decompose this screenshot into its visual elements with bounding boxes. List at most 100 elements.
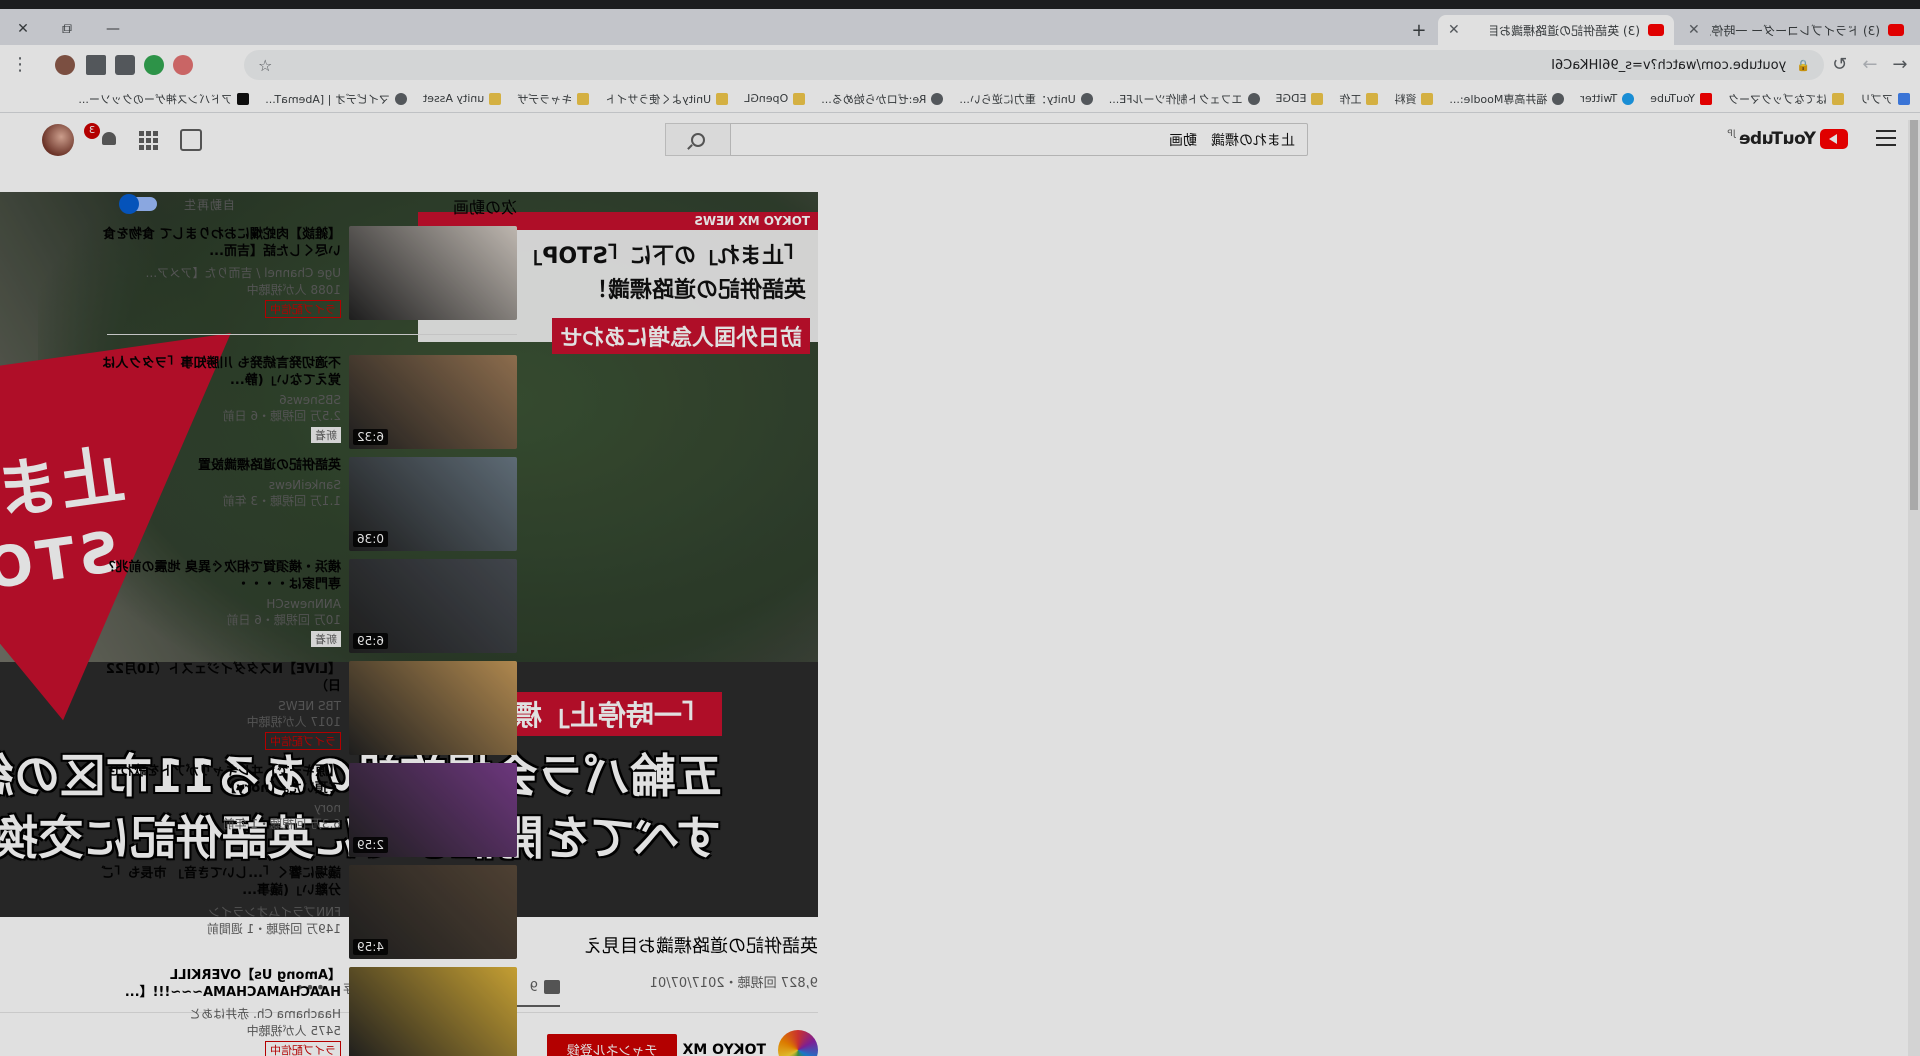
bookmark-item[interactable]: はてなブックマーク (1728, 91, 1844, 107)
live-badge: ライブ配信中 (265, 300, 341, 318)
youtube-logo[interactable]: YouTube JP (1727, 129, 1848, 149)
channel-name[interactable]: TOKYO MX (683, 1042, 766, 1056)
video-thumbnail[interactable]: 2:59 (349, 763, 517, 857)
recommendation-item[interactable]: 6:32 不適切発言続発も 川勝知事「ヲタク人は覚えてない」(静... SBSnew… (97, 355, 517, 449)
omnibox[interactable]: 🔒 youtube.com/watch?v=s_96IHKaC6I ☆ (244, 50, 1824, 80)
video-thumbnail[interactable]: 6:59 (349, 559, 517, 653)
video-thumbnail[interactable]: 4:59 (349, 865, 517, 959)
bookmark-item[interactable]: OpenGL (744, 92, 806, 105)
channel-avatar[interactable] (778, 1030, 818, 1056)
new-badge: 新着 (311, 631, 341, 647)
recommendation-views: 1.1万 回視聴・3 年前 (222, 494, 341, 508)
close-tab-icon[interactable]: ✕ (1688, 22, 1700, 38)
maximize-icon[interactable]: ⧉ (54, 21, 80, 37)
recommendation-title[interactable]: 【LIVE】Nスタダイジェスト（10月22日） (97, 661, 341, 695)
search-input[interactable]: 止まれの標識 動画 (730, 123, 1308, 156)
bookmark-item[interactable]: YouTube (1650, 92, 1712, 105)
video-thumbnail[interactable] (349, 661, 517, 755)
bookmark-item[interactable]: EDGE (1276, 92, 1324, 105)
recommendation-item[interactable]: 2:59 【原キーで】ヰレキャリがアトを歌わせて頂いた。【nory】 nory 6.3… (97, 763, 517, 857)
recommendation-item[interactable]: 4:59 議場に響く「...しいてき音」 市長も「ご分離い」(議事... FNNプラ… (97, 865, 517, 959)
recommendation-item[interactable]: 6:59 横浜・横須賀で相次ぐ異臭 地震の前兆？専門家は・・・・ ANNnewsCH… (97, 559, 517, 653)
folder-icon (716, 92, 729, 105)
thumbs-up-icon (544, 980, 560, 994)
bookmark-item[interactable]: Re:ゼロから始める... (821, 91, 944, 107)
bookmark-item[interactable]: 福井高専Moodle:... (1449, 91, 1565, 107)
browser-menu-icon[interactable]: ⋮ (8, 53, 32, 77)
recommendation-channel[interactable]: FNNプライムオンライン (97, 903, 341, 920)
recommendation-item[interactable]: 0:36 英語併記の道路標識設置 SankeiNews 1.1万 回視聴・3 年前 (97, 457, 517, 551)
recommendation-channel[interactable]: Uge Channel / 吉而りた【アメア... (97, 264, 341, 281)
bookmark-item[interactable]: エフェクト制作ツールFE... (1109, 91, 1260, 107)
lock-icon: 🔒 (1796, 58, 1810, 72)
youtube-favicon-icon (1888, 24, 1904, 36)
subscribe-button[interactable]: チャンネル登録 (547, 1034, 677, 1056)
create-video-icon[interactable] (180, 129, 202, 151)
browser-tab[interactable]: (3) ドライブレコーダー 一時停止標... ✕ (1678, 15, 1914, 45)
user-avatar[interactable] (42, 124, 74, 156)
minimize-icon[interactable]: — (100, 21, 126, 37)
reading-list-icon[interactable] (86, 55, 106, 75)
extension-icon[interactable] (173, 55, 193, 75)
browser-tab-active[interactable]: (3) 英語併記の道路標識お目見え ✕ (1438, 15, 1674, 45)
like-button[interactable]: 9 (530, 980, 560, 995)
close-window-icon[interactable]: ✕ (10, 21, 36, 37)
bookmark-item[interactable]: unity Asset (423, 92, 502, 105)
recommendation-item[interactable]: 【Among Us】OVERKILL HAACHAMACHAMA~~~!!!【.… (97, 967, 517, 1056)
hamburger-menu-icon[interactable] (1876, 130, 1896, 146)
recommendation-info: 不適切発言続発も 川勝知事「ヲタク人は覚えてない」(静... SBSnews6 2.… (97, 355, 341, 443)
recommendation-title[interactable]: 英語併記の道路標識設置 (97, 457, 341, 474)
bookmark-item[interactable]: Unityよく使うサイト (605, 91, 729, 107)
profile-avatar[interactable] (55, 55, 75, 75)
recommendation-title[interactable]: 【Among Us】OVERKILL HAACHAMACHAMA~~~!!!【.… (97, 967, 341, 1001)
recommendation-channel[interactable]: nory (97, 801, 341, 815)
extension-icon[interactable] (144, 55, 164, 75)
reload-icon[interactable]: ↻ (1828, 53, 1852, 77)
video-thumbnail[interactable] (349, 967, 517, 1056)
bookmark-item[interactable]: アドバンス神ゲーのクッソー... (78, 91, 250, 107)
recommendation-channel[interactable]: TBS NEWS (97, 699, 341, 713)
new-tab-button[interactable]: + (1404, 15, 1434, 45)
news-subhead: 訪日外国人急増にあわせ (551, 318, 810, 354)
recommendation-title[interactable]: 議場に響く「...しいてき音」 市長も「ご分離い」(議事... (97, 865, 341, 899)
bookmark-item[interactable]: 工作 (1339, 91, 1379, 107)
recommendation-channel[interactable]: Haachama Ch. 赤井はあと (97, 1005, 341, 1022)
recommendation-channel[interactable]: SankeiNews (97, 478, 341, 492)
page-scrollbar[interactable] (1908, 120, 1920, 1056)
bookmark-item[interactable]: マイピデオ | [AbemaT... (265, 91, 407, 107)
folder-icon (489, 92, 502, 105)
back-icon[interactable]: ← (1888, 53, 1912, 77)
tab-strip: (3) ドライブレコーダー 一時停止標... ✕ (3) 英語併記の道路標識お目… (0, 9, 1920, 45)
video-thumbnail[interactable]: 0:36 (349, 457, 517, 551)
close-tab-icon[interactable]: ✕ (1448, 22, 1460, 38)
forward-icon[interactable]: → (1858, 53, 1882, 77)
recommendation-channel[interactable]: SBSnews6 (97, 393, 341, 407)
recommendation-title[interactable]: 【雑談】肉蛇爛におわりまして 食物を食い尽くした話【吉而... (97, 226, 341, 260)
notifications-bell-icon[interactable] (98, 129, 120, 151)
recommendation-views: 1088 人が視聴中 (246, 283, 341, 297)
recommendation-channel[interactable]: ANNnewsCH (97, 597, 341, 611)
scrollbar-thumb[interactable] (1910, 120, 1918, 510)
recommendation-title[interactable]: 横浜・横須賀で相次ぐ異臭 地震の前兆？専門家は・・・・ (97, 559, 341, 593)
recommendation-title[interactable]: 【原キーで】ヰレキャリがアトを歌わせて頂いた。【nory】 (97, 763, 341, 797)
bookmark-star-icon[interactable]: ☆ (258, 56, 272, 75)
recommendation-info: 横浜・横須賀で相次ぐ異臭 地震の前兆？専門家は・・・・ ANNnewsCH 10万 … (97, 559, 341, 647)
recommendation-separator (107, 334, 517, 335)
puzzle-icon[interactable] (115, 55, 135, 75)
bookmark-item[interactable]: Twitter (1580, 92, 1635, 105)
apps-grid-icon[interactable] (138, 129, 160, 151)
bookmark-item[interactable]: キャラデザ (517, 91, 590, 107)
autoplay-toggle[interactable] (119, 194, 157, 214)
recommendation-item[interactable]: 【LIVE】Nスタダイジェスト（10月22日） TBS NEWS 1017 人が視聴… (97, 661, 517, 755)
bookmark-item[interactable]: Unity：重力に逆らい... (959, 91, 1093, 107)
recommendation-item[interactable]: 【雑談】肉蛇爛におわりまして 食物を食い尽くした話【吉而... Uge Chann… (97, 226, 517, 320)
recommendation-title[interactable]: 不適切発言続発も 川勝知事「ヲタク人は覚えてない」(静... (97, 355, 341, 389)
globe-icon (1552, 92, 1565, 105)
youtube-header: YouTube JP 止まれの標識 動画 3 (0, 113, 1920, 169)
search-button[interactable] (665, 123, 730, 156)
bookmark-item[interactable]: 資料 (1394, 91, 1434, 107)
tab-title: (3) 英語併記の道路標識お目見え (1490, 23, 1640, 38)
bookmark-apps[interactable]: アプリ (1860, 91, 1910, 107)
video-thumbnail[interactable] (349, 226, 517, 320)
video-thumbnail[interactable]: 6:32 (349, 355, 517, 449)
